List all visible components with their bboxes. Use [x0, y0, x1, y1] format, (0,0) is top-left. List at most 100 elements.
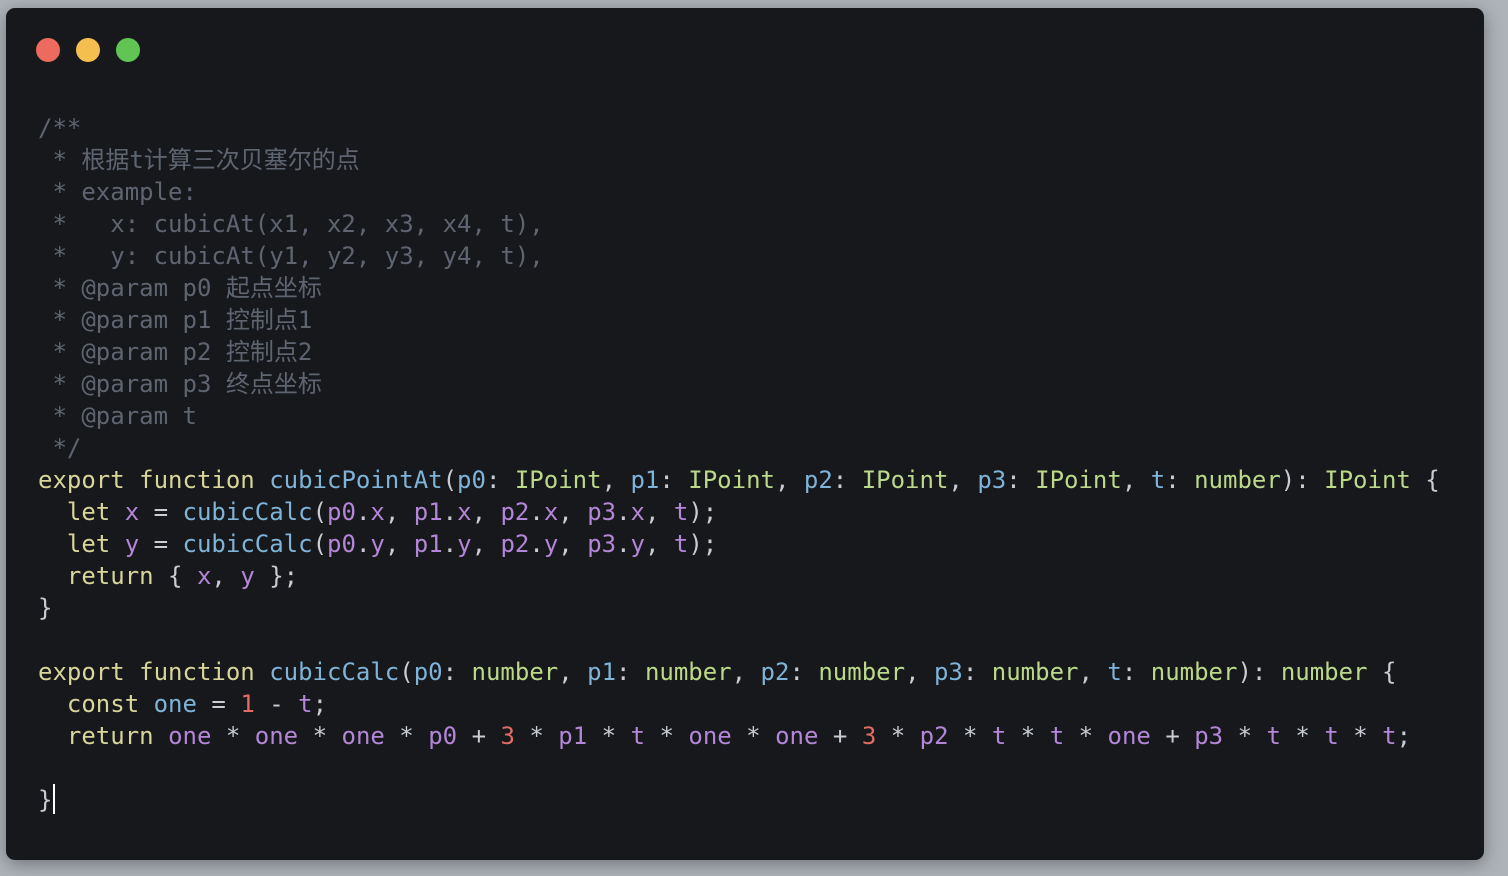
- code-token: *: [298, 722, 342, 750]
- code-line: return one * one * one * p0 + 3 * p1 * t…: [38, 720, 1440, 752]
- code-token: cubicCalc: [182, 498, 313, 526]
- code-token: +: [457, 722, 501, 750]
- code-token: ,: [384, 498, 414, 526]
- code-token: p1: [413, 530, 443, 558]
- code-token: *: [1006, 722, 1050, 750]
- code-token: ,: [558, 530, 588, 558]
- code-token: * 根据t计算三次贝塞尔的点: [38, 146, 360, 174]
- code-token: *: [645, 722, 689, 750]
- code-token: .: [529, 498, 544, 526]
- code-token: t: [673, 530, 689, 558]
- code-token: IPoint: [514, 466, 602, 494]
- code-token: 3: [500, 722, 515, 750]
- code-token: * y: cubicAt(y1, y2, y3, y4, t),: [38, 242, 544, 270]
- code-token: * @param p1 控制点1: [38, 306, 313, 334]
- code-token: t: [1049, 722, 1065, 750]
- code-token: y: [370, 530, 385, 558]
- code-token: :: [485, 466, 515, 494]
- code-token: p0: [428, 722, 458, 750]
- code-token: p2: [919, 722, 949, 750]
- code-token: number: [991, 658, 1079, 686]
- text-cursor: [53, 784, 56, 814]
- code-token: .: [529, 530, 544, 558]
- code-token: export: [38, 466, 125, 494]
- code-token: ,: [1078, 658, 1108, 686]
- code-token: one: [153, 690, 197, 718]
- code-token: p1: [587, 658, 617, 686]
- code-line: * @param p2 控制点2: [38, 336, 1440, 368]
- code-token: y: [543, 530, 559, 558]
- code-token: *: [731, 722, 776, 750]
- code-token: *: [587, 722, 631, 750]
- code-token: );: [688, 498, 718, 526]
- code-token: ,: [558, 658, 588, 686]
- code-token: :: [1165, 466, 1195, 494]
- code-token: return: [66, 722, 154, 750]
- code-token: .: [442, 530, 458, 558]
- code-token: .: [355, 498, 371, 526]
- code-token: * @param t: [38, 402, 197, 430]
- code-token: .: [616, 498, 631, 526]
- code-token: p3: [587, 498, 617, 526]
- code-token: y: [124, 530, 140, 558]
- code-token: }: [38, 786, 53, 814]
- code-token: let: [66, 530, 111, 558]
- code-token: :: [789, 658, 819, 686]
- code-token: let: [66, 498, 111, 526]
- code-token: one: [775, 722, 819, 750]
- code-token: :: [962, 658, 992, 686]
- code-token: one: [1107, 722, 1151, 750]
- code-token: y: [630, 530, 645, 558]
- code-token: IPoint: [1324, 466, 1411, 494]
- code-token: * @param p3 终点坐标: [38, 370, 322, 398]
- code-token: IPoint: [688, 466, 775, 494]
- code-token: p0: [327, 530, 356, 558]
- code-token: x: [543, 498, 559, 526]
- minimize-button[interactable]: [76, 38, 100, 62]
- code-token: x: [630, 498, 645, 526]
- code-token: /**: [38, 114, 82, 142]
- code-token: p1: [558, 722, 588, 750]
- code-token: * @param p0 起点坐标: [38, 274, 322, 302]
- code-token: t: [298, 690, 313, 718]
- code-token: =: [139, 498, 183, 526]
- code-token: *: [1338, 722, 1383, 750]
- zoom-button[interactable]: [116, 38, 140, 62]
- code-token: IPoint: [861, 466, 949, 494]
- code-token: number: [1150, 658, 1238, 686]
- code-token: ,: [1121, 466, 1151, 494]
- code-token: (: [312, 498, 328, 526]
- code-token: */: [38, 434, 82, 462]
- code-token: one: [168, 722, 212, 750]
- code-token: *: [384, 722, 429, 750]
- code-token: ,: [774, 466, 804, 494]
- code-token: +: [1150, 722, 1195, 750]
- code-token: :: [659, 466, 689, 494]
- code-token: :: [1121, 658, 1151, 686]
- code-token: x: [457, 498, 472, 526]
- code-token: export: [38, 658, 125, 686]
- code-token: IPoint: [1035, 466, 1122, 494]
- code-token: number: [1194, 466, 1281, 494]
- code-token: :: [442, 658, 472, 686]
- code-token: number: [1280, 658, 1368, 686]
- code-token: t: [630, 722, 646, 750]
- code-token: .: [616, 530, 631, 558]
- close-button[interactable]: [36, 38, 60, 62]
- code-token: {: [153, 562, 197, 590]
- code-token: one: [688, 722, 732, 750]
- code-token: }: [38, 594, 53, 622]
- code-token: ,: [211, 562, 241, 590]
- code-editor[interactable]: /** * 根据t计算三次贝塞尔的点 * example: * x: cubic…: [38, 112, 1440, 816]
- code-token: 3: [861, 722, 877, 750]
- code-token: number: [644, 658, 732, 686]
- code-token: p1: [413, 498, 443, 526]
- code-token: p3: [933, 658, 963, 686]
- code-token: * x: cubicAt(x1, x2, x3, x4, t),: [38, 210, 544, 238]
